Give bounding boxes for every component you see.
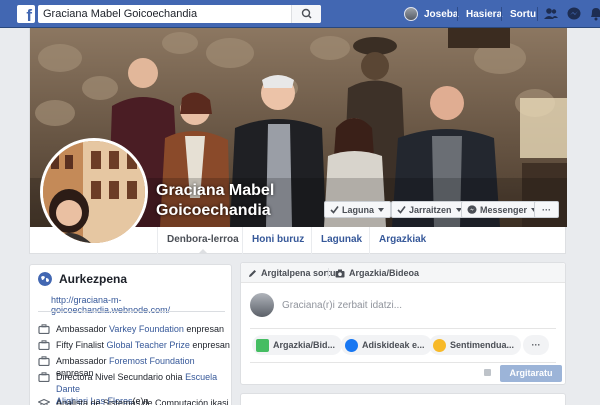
camera-icon (335, 269, 345, 277)
profile-shortcut[interactable]: Joseba (404, 6, 458, 22)
smiley-icon (433, 338, 446, 352)
divider (38, 311, 225, 312)
notifications-icon[interactable] (588, 6, 600, 22)
more-pill[interactable]: ··· (523, 335, 549, 355)
profile-name-line2: Goicoechandia (156, 202, 271, 219)
briefcase-icon (38, 340, 50, 350)
follow-button[interactable]: Jarraitzen (391, 201, 469, 218)
friends-icon[interactable] (543, 6, 559, 22)
intro-item-text: Ambassador (56, 356, 110, 366)
divider (250, 362, 556, 363)
composer-avatar (250, 293, 274, 317)
intro-item-link[interactable]: Varkey Foundation (109, 324, 184, 334)
graduation-cap-icon (38, 398, 50, 405)
tab-create-post[interactable]: Argitalpena sortu (248, 268, 336, 278)
tab-timeline[interactable]: Denbora-lerroa (157, 227, 248, 254)
feeling-pill-label: Sentimendua... (450, 340, 515, 350)
composer-input[interactable]: Graciana(r)i zerbait idatzi... (282, 300, 402, 311)
intro-item-link[interactable]: Global Teacher Prize (107, 340, 190, 350)
composer-tabs: Argitalpena sortu Argazkia/Bideoa (241, 263, 565, 283)
checkmark-icon (330, 206, 339, 214)
intro-item: Fifty Finalist Global Teacher Prize enpr… (38, 339, 230, 351)
top-navigation-bar: f Joseba Hasiera Sortu (0, 0, 600, 28)
messenger-icon[interactable] (566, 6, 582, 22)
intro-item-text: Ambassador (56, 324, 110, 334)
search-input[interactable] (38, 5, 288, 23)
friend-button[interactable]: Laguna (324, 201, 392, 218)
divider (457, 7, 458, 21)
search-box (38, 5, 321, 23)
messenger-button-label: Messenger (480, 204, 528, 215)
home-link[interactable]: Hasiera (466, 9, 502, 20)
tab-photos[interactable]: Argazkiak (369, 227, 435, 254)
profile-tabs: Denbora-lerroa Honi buruz Lagunak Argazk… (30, 227, 567, 254)
intro-title: Aurkezpena (59, 272, 128, 286)
intro-header: Aurkezpena (38, 272, 127, 286)
tag-friends-icon (345, 338, 358, 352)
intro-item-text: Fifty Finalist (56, 340, 107, 350)
tab-friends[interactable]: Lagunak (311, 227, 371, 254)
tab-create-post-label: Argitalpena sortu (261, 268, 336, 278)
tag-friends-pill-label: Adiskideak e... (362, 340, 425, 350)
briefcase-icon (38, 324, 50, 334)
intro-card: Aurkezpena http://graciana-m-goicoechand… (29, 264, 232, 405)
intro-item: Analista de Sistemas de Computación ikas… (38, 397, 229, 405)
messenger-icon (467, 204, 477, 214)
intro-item-text: Analista de Sistemas de Computación ikas… (56, 398, 229, 405)
divider (250, 328, 556, 329)
follow-button-label: Jarraitzen (409, 204, 452, 215)
intro-item-suffix: enpresan (183, 324, 224, 334)
user-name: Joseba (424, 8, 459, 20)
photo-icon (256, 338, 269, 352)
photo-video-pill[interactable]: Argazkia/Bid... (252, 335, 343, 355)
photo-video-pill-label: Argazkia/Bid... (273, 340, 336, 350)
user-avatar (404, 7, 418, 21)
profile-name-line1: Graciana Mabel (156, 182, 275, 199)
pencil-icon (249, 269, 256, 277)
intro-item-text: Directora Nivel Secundario ohia (56, 372, 186, 382)
friend-button-label: Laguna (342, 204, 375, 215)
search-icon (301, 8, 312, 19)
lock-icon[interactable] (484, 369, 491, 376)
tab-photo-video-label: Argazkia/Bideoa (349, 268, 420, 278)
next-post-card (240, 393, 566, 405)
divider (501, 7, 502, 21)
feeling-pill[interactable]: Sentimendua... (429, 335, 522, 355)
divider (328, 268, 329, 278)
more-options-button[interactable]: ··· (534, 201, 559, 218)
tag-friends-pill[interactable]: Adiskideak e... (341, 335, 432, 355)
checkmark-icon (397, 206, 406, 214)
globe-icon (38, 272, 52, 286)
tab-photo-video[interactable]: Argazkia/Bideoa (335, 268, 419, 278)
intro-item-link[interactable]: Foremost Foundation (109, 356, 195, 366)
publish-button[interactable]: Argitaratu (500, 365, 562, 382)
website-link[interactable]: http://graciana-m-goicoechandia.webnode.… (51, 295, 231, 315)
caret-down-icon (378, 207, 385, 212)
facebook-logo[interactable]: f (17, 5, 35, 23)
intro-item: Ambassador Varkey Foundation enpresan (38, 323, 224, 335)
profile-name: Graciana Mabel Goicoechandia (156, 181, 326, 221)
briefcase-icon (38, 356, 50, 366)
search-button[interactable] (291, 5, 321, 23)
briefcase-icon (38, 372, 50, 382)
tab-about[interactable]: Honi buruz (242, 227, 313, 254)
profile-header-card: Graciana Mabel Goicoechandia Laguna Jarr… (29, 28, 567, 254)
intro-item-suffix: enpresan (189, 340, 230, 350)
create-link[interactable]: Sortu (510, 9, 536, 20)
messenger-button[interactable]: Messenger (461, 201, 545, 218)
divider (537, 7, 538, 21)
